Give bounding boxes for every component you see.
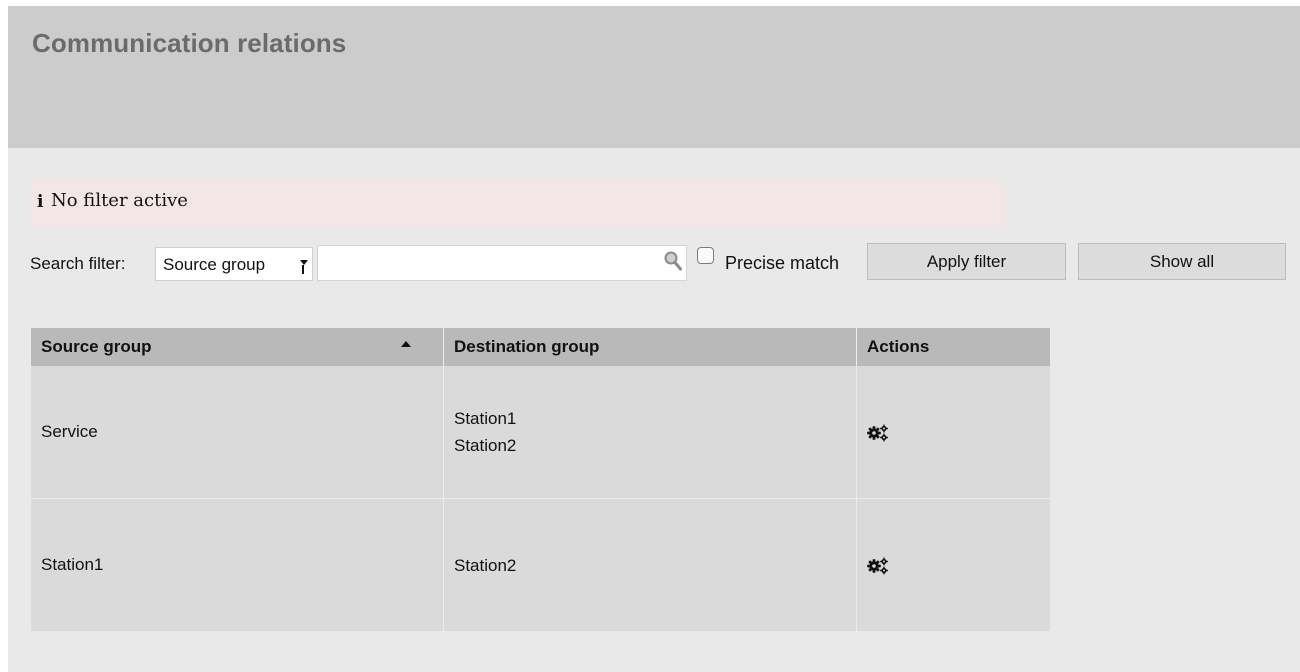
chevron-down-icon: [300, 256, 308, 274]
filter-notice: i No filter active: [30, 179, 1004, 227]
page-title: Communication relations: [32, 28, 347, 58]
precise-match-checkbox[interactable]: [697, 247, 714, 264]
page-frame: Communication relations i No filter acti…: [8, 6, 1300, 672]
apply-filter-button[interactable]: Apply filter: [867, 243, 1066, 280]
search-input[interactable]: [317, 245, 687, 281]
column-header-label: Actions: [867, 337, 930, 356]
source-group-cell: Station1: [31, 499, 444, 631]
info-icon: i: [37, 192, 44, 212]
source-group-value: Service: [41, 422, 98, 441]
destination-group-value: Station2: [454, 555, 517, 575]
actions-cell: [857, 499, 1050, 631]
actions-cell: [857, 366, 1050, 499]
notice-text: No filter active: [51, 190, 188, 211]
page-header: Communication relations: [8, 6, 1300, 148]
destination-group-cell: Station1 Station2: [444, 366, 857, 499]
destination-group-value: Station1: [454, 409, 517, 428]
search-filter-label: Search filter:: [30, 254, 126, 273]
table-header-row: Source group Destination group Actions: [31, 328, 1050, 366]
sort-ascending-icon: [401, 341, 411, 347]
column-header-source-group[interactable]: Source group: [31, 328, 444, 366]
precise-match-label: Precise match: [725, 253, 840, 273]
source-group-value: Station1: [41, 555, 104, 574]
communication-relations-table: Source group Destination group Actions S…: [31, 328, 1050, 631]
column-header-label: Destination group: [454, 337, 600, 356]
table-row: Service Station1 Station2: [31, 366, 1050, 499]
source-group-cell: Service: [31, 366, 444, 499]
column-header-destination-group[interactable]: Destination group: [444, 328, 857, 366]
filter-field-select[interactable]: Source group: [155, 247, 313, 281]
gear-icon[interactable]: [867, 557, 889, 575]
gear-icon[interactable]: [867, 424, 889, 442]
column-header-actions: Actions: [857, 328, 1050, 366]
column-header-label: Source group: [41, 337, 152, 356]
show-all-button[interactable]: Show all: [1078, 243, 1286, 280]
destination-group-value: Station2: [454, 436, 517, 455]
search-icon[interactable]: [662, 250, 684, 272]
table-row: Station1 Station2: [31, 499, 1050, 631]
filter-field-value: Source group: [163, 255, 266, 274]
destination-group-cell: Station2: [444, 499, 857, 631]
